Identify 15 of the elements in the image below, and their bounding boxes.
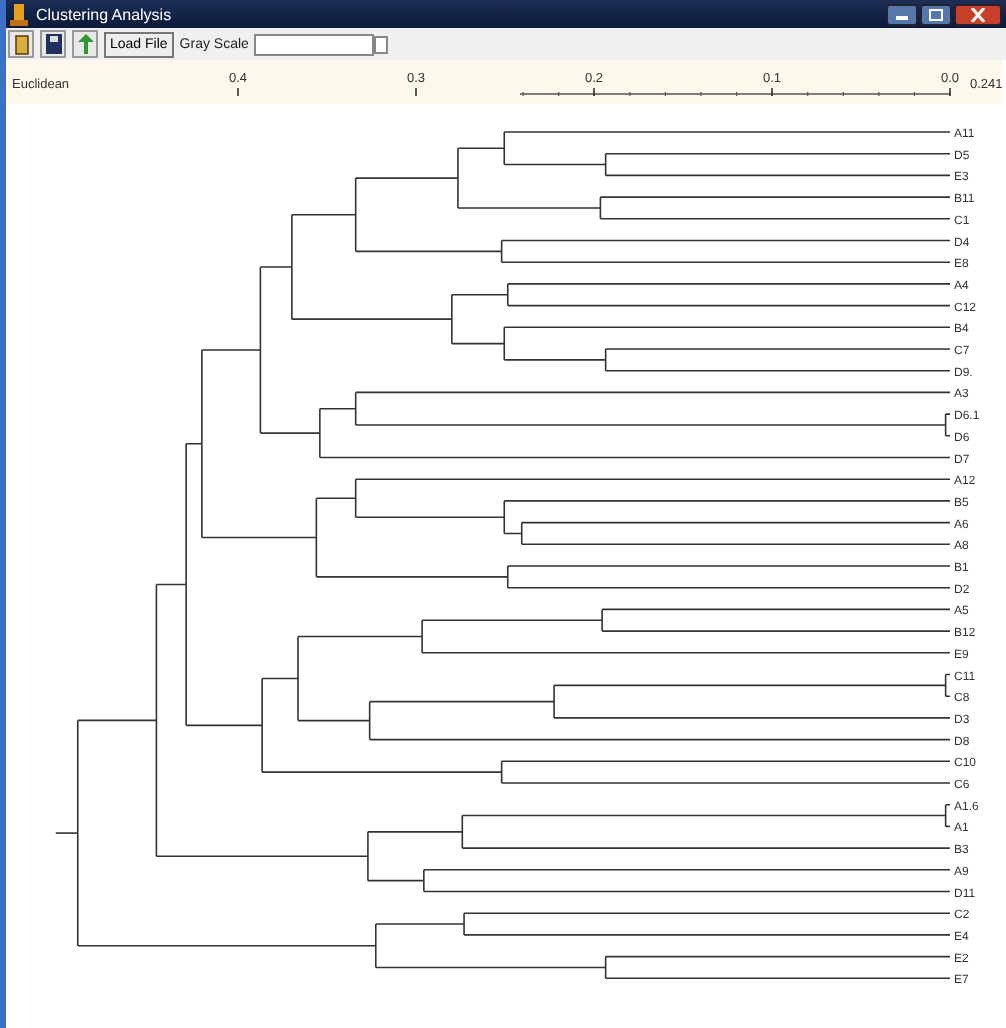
app-icon — [10, 3, 28, 25]
maximize-icon — [928, 7, 944, 21]
arrow-icon — [75, 32, 95, 56]
minimize-button[interactable] — [886, 3, 918, 25]
scale-field[interactable] — [254, 33, 375, 55]
close-icon — [970, 7, 986, 21]
window-title: Clustering Analysis — [36, 5, 172, 23]
floppy-icon — [43, 32, 63, 56]
open-button[interactable] — [8, 30, 34, 58]
save-button[interactable] — [40, 30, 66, 58]
root-line — [54, 832, 79, 834]
scale-dropdown-button[interactable] — [374, 35, 389, 53]
close-button[interactable] — [954, 3, 1002, 25]
maximize-button[interactable] — [920, 3, 952, 25]
hand-icon — [11, 32, 31, 56]
